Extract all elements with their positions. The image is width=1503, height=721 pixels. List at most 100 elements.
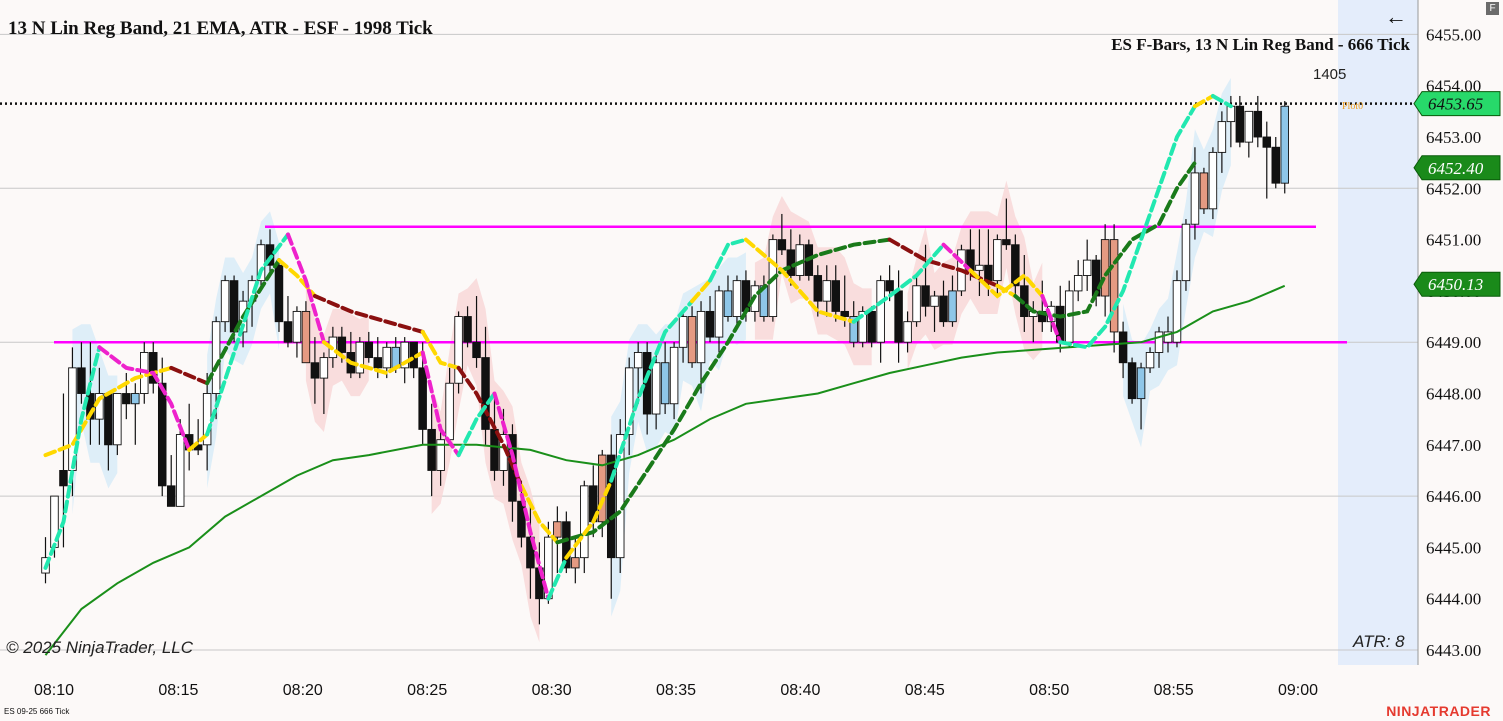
candle-body xyxy=(68,367,77,471)
candle-body xyxy=(1127,362,1137,400)
candle-body xyxy=(1002,239,1011,246)
chart-subtitle: ES F-Bars, 13 N Lin Reg Band - 666 Tick xyxy=(1111,35,1410,54)
regression-mid-line xyxy=(169,365,210,386)
plot0-label: Plot0 xyxy=(1342,101,1364,112)
candle-body xyxy=(1136,367,1146,400)
candle-body xyxy=(687,316,697,364)
y-tick-label: 6446.00 xyxy=(1426,487,1481,506)
candle-body xyxy=(939,295,948,323)
candle-body xyxy=(1217,121,1227,153)
candle-body xyxy=(840,310,849,318)
candle-body xyxy=(885,280,894,292)
candle-body xyxy=(553,521,562,538)
y-tick-label: 6452.00 xyxy=(1426,179,1481,198)
candle-body xyxy=(1190,172,1200,225)
price-label-text: 6452.40 xyxy=(1428,159,1484,178)
candle-body xyxy=(975,264,984,271)
candle-body xyxy=(1181,223,1191,282)
candle-body xyxy=(580,485,589,559)
candle-body xyxy=(220,280,230,323)
candle-body xyxy=(418,367,427,430)
candle-body xyxy=(651,362,661,415)
x-tick-label: 08:30 xyxy=(532,682,572,699)
candle-body xyxy=(1199,172,1209,210)
candle-body xyxy=(741,280,751,312)
candle-body xyxy=(822,280,832,302)
y-tick-label: 6448.00 xyxy=(1426,385,1481,404)
y-tick-label: 6455.00 xyxy=(1426,25,1481,44)
y-tick-label: 6451.00 xyxy=(1426,231,1481,250)
candle-body xyxy=(705,310,715,338)
candle-body xyxy=(1208,151,1218,210)
candle-body xyxy=(867,310,876,343)
y-tick-label: 6447.00 xyxy=(1426,436,1481,455)
atr-label: ATR: 8 xyxy=(1353,632,1405,651)
candle-body xyxy=(364,341,374,359)
candle-body xyxy=(113,393,122,446)
candle-body xyxy=(831,280,840,312)
candle-body xyxy=(1280,105,1289,184)
candle-body xyxy=(337,336,347,353)
price-label-text: 6453.65 xyxy=(1428,95,1483,114)
candle-body xyxy=(445,382,454,441)
candle-body xyxy=(669,346,679,405)
candle-body xyxy=(813,275,823,302)
candle-body xyxy=(903,321,912,343)
candle-body xyxy=(1118,331,1128,364)
candle-body xyxy=(1244,110,1254,143)
candle-body xyxy=(355,341,365,374)
candle-body xyxy=(292,310,302,343)
candle-body xyxy=(1073,275,1083,292)
candle-body xyxy=(948,290,957,323)
candle-body xyxy=(894,290,903,343)
y-tick-label: 6453.00 xyxy=(1426,128,1481,147)
candle-body xyxy=(427,428,436,471)
candle-body xyxy=(310,362,320,379)
candle-body xyxy=(777,239,787,251)
y-tick-label: 6443.00 xyxy=(1426,641,1481,660)
y-axis[interactable]: 6443.00 6444.00 6445.00 6446.00 6447.00 6448.… xyxy=(1426,25,1481,660)
candle-body xyxy=(157,382,167,487)
price-label-text: 6450.13 xyxy=(1428,275,1483,294)
candle-body xyxy=(1235,105,1245,143)
price-chart[interactable]: 6443.00 6444.00 6445.00 6446.00 6447.00 6448.… xyxy=(0,0,1503,721)
candle-body xyxy=(571,557,580,569)
ninjatrader-logo: NINJATRADER xyxy=(1386,703,1491,719)
x-tick-label: 08:55 xyxy=(1154,682,1194,699)
tick-counter: 1405 xyxy=(1313,66,1347,83)
x-tick-label: 08:15 xyxy=(158,682,198,699)
candle-body xyxy=(930,295,939,307)
candle-body xyxy=(921,285,930,307)
candle-body xyxy=(131,393,140,405)
candle-body xyxy=(984,264,993,282)
x-tick-label: 08:35 xyxy=(656,682,696,699)
candle-body xyxy=(1271,146,1281,184)
candle-body xyxy=(678,316,688,348)
panel-toggle-button[interactable]: F xyxy=(1486,2,1499,15)
candle-body xyxy=(1262,136,1272,148)
x-axis[interactable]: 08:10 08:15 08:20 08:25 08:30 08:35 08:40 08:45… xyxy=(34,682,1318,699)
y-tick-label: 6444.00 xyxy=(1426,590,1481,609)
future-area xyxy=(1338,0,1418,665)
instrument-label: ES 09-25 666 Tick xyxy=(4,707,70,716)
candle-body xyxy=(122,393,131,405)
x-tick-label: 09:00 xyxy=(1278,682,1318,699)
candle-body xyxy=(373,357,383,369)
x-tick-label: 08:20 xyxy=(283,682,323,699)
y-tick-label: 6445.00 xyxy=(1426,538,1481,557)
candle-body xyxy=(696,310,706,364)
candle-body xyxy=(1145,352,1155,369)
candle-body xyxy=(1082,259,1092,276)
candle-body xyxy=(77,367,86,394)
candle-body xyxy=(714,290,724,338)
candle-body xyxy=(1253,110,1263,138)
candle-body xyxy=(283,321,293,343)
candle-body xyxy=(301,310,311,364)
y-tick-label: 6449.00 xyxy=(1426,333,1481,352)
candle-body xyxy=(319,357,329,379)
candle-body xyxy=(472,341,481,359)
x-tick-label: 08:10 xyxy=(34,682,74,699)
x-tick-label: 08:40 xyxy=(780,682,820,699)
candle-body xyxy=(1100,239,1110,297)
back-arrow-icon[interactable]: ← xyxy=(1385,6,1407,28)
